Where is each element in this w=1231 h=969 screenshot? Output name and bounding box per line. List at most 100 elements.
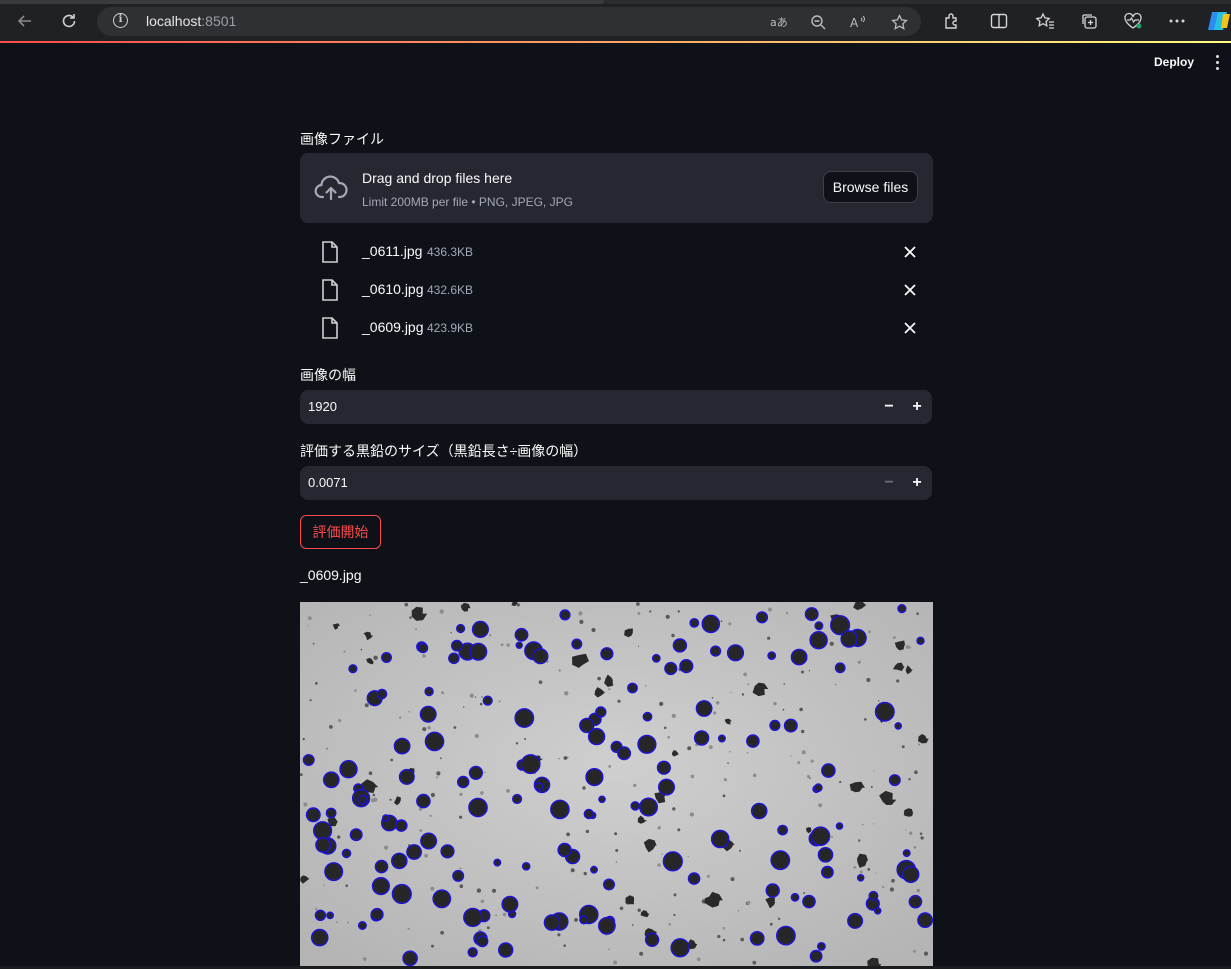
micro-speck (474, 696, 477, 698)
graphite-size-value[interactable]: 0.0071 (308, 475, 348, 490)
micro-speck (300, 773, 303, 776)
detected-nodule (902, 865, 920, 884)
address-bar[interactable]: i localhost:8501 aあ A (97, 7, 921, 36)
image-width-input[interactable]: 1920 − + (300, 390, 932, 424)
result-image-caption: _0609.jpg (300, 567, 362, 583)
graphite-size-input[interactable]: 0.0071 − + (300, 466, 932, 500)
micro-speck (563, 756, 568, 760)
micro-speck (608, 765, 612, 768)
micro-speck (878, 700, 880, 702)
micro-speck (440, 757, 442, 760)
micro-speck (713, 711, 717, 715)
micro-speck (720, 620, 723, 623)
favorites-icon[interactable] (1034, 10, 1056, 32)
increment-button[interactable]: + (903, 390, 931, 424)
detected-nodule (391, 883, 412, 905)
micro-speck (803, 892, 805, 894)
remove-file-icon[interactable] (901, 281, 919, 299)
micro-speck (389, 798, 392, 801)
detected-nodule (514, 627, 529, 642)
evaluate-button[interactable]: 評価開始 (300, 515, 381, 549)
detected-nodule (313, 821, 333, 841)
micro-speck (429, 814, 432, 817)
micro-speck (919, 832, 923, 836)
active-tab[interactable] (0, 0, 604, 4)
detected-nodule (765, 883, 780, 898)
micro-speck (583, 871, 587, 876)
more-icon[interactable] (1166, 10, 1188, 32)
micro-speck (905, 645, 909, 649)
streamlit-top-decoration (0, 41, 1231, 43)
read-aloud-icon[interactable]: A (849, 12, 869, 32)
micro-speck (722, 794, 726, 798)
micro-speck (923, 951, 929, 956)
micro-speck (506, 643, 510, 647)
micro-speck (440, 930, 444, 935)
copilot-icon[interactable] (1206, 10, 1231, 32)
file-dropzone[interactable]: Drag and drop files here Limit 200MB per… (300, 153, 933, 223)
remove-file-icon[interactable] (901, 243, 919, 261)
micro-speck (591, 627, 596, 633)
decrement-button[interactable]: − (875, 390, 903, 424)
detected-nodule (835, 822, 844, 830)
detected-nodule (597, 916, 616, 935)
micro-speck (354, 689, 357, 692)
deploy-button[interactable]: Deploy (1148, 52, 1200, 72)
detected-nodule (349, 828, 363, 842)
decrement-button[interactable]: − (875, 466, 903, 500)
main-menu-icon[interactable] (1210, 52, 1224, 72)
micro-speck (315, 682, 318, 685)
micro-speck (671, 713, 676, 718)
image-width-value[interactable]: 1920 (308, 399, 337, 414)
micro-speck (916, 888, 921, 893)
detected-nodule (324, 862, 344, 882)
extensions-icon[interactable] (941, 10, 963, 32)
micro-speck (390, 758, 394, 762)
detected-nodule (600, 647, 614, 661)
micro-speck (579, 619, 584, 624)
micro-speck (615, 849, 619, 852)
micro-speck (918, 743, 921, 746)
micro-speck (916, 612, 919, 615)
detected-nodule (651, 653, 661, 663)
browse-files-button[interactable]: Browse files (823, 171, 918, 203)
micro-speck (777, 917, 781, 920)
detected-nodule (847, 912, 864, 929)
micro-speck (818, 803, 823, 808)
micro-speck (801, 729, 805, 734)
detected-nodule (894, 722, 903, 730)
split-screen-icon[interactable] (988, 10, 1010, 32)
increment-button[interactable]: + (903, 466, 931, 500)
micro-speck (810, 759, 814, 763)
remove-file-icon[interactable] (901, 319, 919, 337)
zoom-out-icon[interactable] (808, 12, 828, 32)
micro-speck (687, 746, 692, 751)
micrograph-graphic (300, 602, 933, 966)
micro-speck (567, 756, 569, 759)
translate-icon[interactable]: aあ (769, 12, 789, 32)
micro-speck (769, 922, 773, 926)
browser-essentials-icon[interactable] (1122, 10, 1144, 32)
info-icon[interactable]: i (113, 13, 128, 28)
micro-speck (459, 884, 464, 888)
detected-nodule (534, 782, 544, 791)
back-arrow-icon[interactable] (13, 9, 37, 33)
micro-speck (574, 918, 578, 922)
detected-nodule (790, 648, 808, 666)
micro-speck (782, 708, 785, 711)
micro-speck (345, 884, 348, 887)
micro-speck (690, 774, 695, 779)
micro-speck (659, 701, 664, 706)
micro-speck (741, 693, 745, 696)
collections-icon[interactable] (1078, 10, 1100, 32)
refresh-icon[interactable] (57, 9, 81, 33)
micro-speck (302, 737, 305, 741)
detected-nodule (695, 700, 713, 717)
micro-speck (615, 861, 617, 863)
detected-nodule (642, 711, 653, 722)
url-text[interactable]: localhost:8501 (146, 13, 236, 29)
micro-speck (338, 719, 342, 723)
favorite-star-icon[interactable] (889, 12, 909, 32)
file-name: _0609.jpg (362, 319, 424, 335)
micro-speck (469, 693, 474, 698)
